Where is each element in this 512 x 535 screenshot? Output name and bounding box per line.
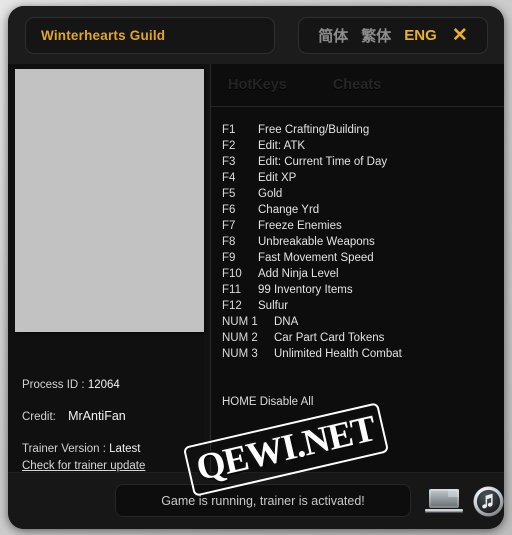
hotkey-list: F1 Free Crafting/Building F2 Edit: ATK F3 Edi… bbox=[222, 124, 502, 364]
hotkey-row[interactable]: F7 Freeze Enemies bbox=[222, 220, 502, 236]
language-selector: 简体 繁体 ENG ✕ bbox=[298, 17, 488, 54]
hotkey-row[interactable]: F4 Edit XP bbox=[222, 172, 502, 188]
hotkey-key: F4 bbox=[222, 172, 236, 184]
left-panel: Process ID : 12064 Credit: MrAntiFan Tra… bbox=[8, 64, 204, 474]
hotkey-key: F1 bbox=[222, 124, 236, 136]
trainer-window: Winterhearts Guild 简体 繁体 ENG ✕ Process I… bbox=[8, 6, 504, 529]
hotkey-description: Edit XP bbox=[258, 172, 297, 184]
status-text: Game is running, trainer is activated! bbox=[161, 493, 365, 508]
hotkey-key: F10 bbox=[222, 268, 242, 280]
hotkey-row[interactable]: F1 Free Crafting/Building bbox=[222, 124, 502, 140]
hotkey-key: NUM 1 bbox=[222, 316, 258, 328]
hotkey-key: F9 bbox=[222, 252, 236, 264]
hotkey-row[interactable]: F9 Fast Movement Speed bbox=[222, 252, 502, 268]
right-panel: HotKeys Cheats F1 Free Crafting/Building F… bbox=[211, 64, 504, 474]
trainer-version-value: Latest bbox=[109, 443, 141, 455]
hotkey-row[interactable]: F10 Add Ninja Level bbox=[222, 268, 502, 284]
page-title: Winterhearts Guild bbox=[41, 28, 166, 43]
tab-hotkeys[interactable]: HotKeys bbox=[216, 77, 299, 93]
tab-bar-divider bbox=[211, 106, 504, 107]
bottom-bar: Game is running, trainer is activated! bbox=[8, 472, 504, 529]
hotkey-row[interactable]: F3 Edit: Current Time of Day bbox=[222, 156, 502, 172]
title-bar: Winterhearts Guild 简体 繁体 ENG ✕ bbox=[8, 6, 504, 64]
game-title-box: Winterhearts Guild bbox=[25, 17, 275, 54]
language-option-traditional[interactable]: 繁体 bbox=[361, 25, 391, 46]
hotkey-description: Car Part Card Tokens bbox=[274, 332, 385, 344]
credit-label: Credit: bbox=[22, 411, 56, 424]
credit-row: Credit: MrAntiFan bbox=[22, 409, 202, 425]
hotkey-key: F11 bbox=[222, 284, 241, 296]
hotkey-row[interactable]: F5 Gold bbox=[222, 188, 502, 204]
hotkey-description: DNA bbox=[274, 316, 299, 328]
hotkey-row[interactable]: NUM 1 DNA bbox=[222, 316, 502, 332]
hotkey-description: Change Yrd bbox=[258, 204, 320, 216]
trainer-version-label: Trainer Version : bbox=[22, 443, 106, 455]
hotkey-description: 99 Inventory Items bbox=[258, 284, 353, 296]
hotkey-key: F3 bbox=[222, 156, 236, 168]
hotkey-key: F6 bbox=[222, 204, 236, 216]
hotkey-description: Freeze Enemies bbox=[258, 220, 342, 232]
credit-value: MrAntiFan bbox=[68, 409, 126, 424]
hotkey-description: Fast Movement Speed bbox=[258, 252, 374, 264]
hotkey-key: F2 bbox=[222, 140, 236, 152]
trainer-version-row: Trainer Version : Latest Check for train… bbox=[22, 442, 202, 474]
tab-bar: HotKeys Cheats bbox=[211, 64, 504, 106]
hotkey-description: Edit: ATK bbox=[258, 140, 306, 152]
language-option-english[interactable]: ENG bbox=[404, 27, 437, 44]
hotkey-row[interactable]: NUM 3 Unlimited Health Combat bbox=[222, 348, 502, 364]
process-id-label: Process ID : bbox=[22, 379, 85, 391]
hotkey-row[interactable]: F2 Edit: ATK bbox=[222, 140, 502, 156]
hotkey-description: Unbreakable Weapons bbox=[258, 236, 375, 248]
trainer-info-block: Process ID : 12064 Credit: MrAntiFan Tra… bbox=[22, 378, 202, 474]
hotkey-description: Add Ninja Level bbox=[258, 268, 339, 280]
process-id-value: 12064 bbox=[87, 379, 120, 391]
game-cover-image bbox=[15, 69, 204, 332]
tab-cheats[interactable]: Cheats bbox=[321, 77, 393, 93]
hotkey-key: F7 bbox=[222, 220, 236, 232]
hotkey-row[interactable]: F8 Unbreakable Weapons bbox=[222, 236, 502, 252]
hotkey-description: Gold bbox=[258, 188, 283, 200]
hotkey-description: Edit: Current Time of Day bbox=[258, 156, 388, 168]
hotkey-key: NUM 2 bbox=[222, 332, 258, 344]
hotkey-row[interactable]: F12 Sulfur bbox=[222, 300, 502, 316]
laptop-icon[interactable] bbox=[425, 488, 463, 515]
hotkey-row[interactable]: NUM 2 Car Part Card Tokens bbox=[222, 332, 502, 348]
hotkey-row[interactable]: F6 Change Yrd bbox=[222, 204, 502, 220]
hotkey-description: Unlimited Health Combat bbox=[274, 348, 402, 360]
status-box: Game is running, trainer is activated! bbox=[115, 484, 411, 517]
hotkey-key: NUM 3 bbox=[222, 348, 258, 360]
hotkey-key: F5 bbox=[222, 188, 236, 200]
hotkey-key: F12 bbox=[222, 300, 242, 312]
hotkey-key: F8 bbox=[222, 236, 236, 248]
disable-all-hotkey[interactable]: HOME Disable All bbox=[222, 396, 313, 408]
close-icon[interactable]: ✕ bbox=[452, 26, 468, 45]
hotkey-row[interactable]: F11 99 Inventory Items bbox=[222, 284, 502, 300]
language-option-simplified[interactable]: 简体 bbox=[318, 25, 348, 46]
music-note-icon[interactable] bbox=[473, 486, 504, 517]
page-background: Winterhearts Guild 简体 繁体 ENG ✕ Process I… bbox=[0, 0, 512, 535]
hotkey-description: Free Crafting/Building bbox=[258, 124, 370, 136]
process-id-row: Process ID : 12064 bbox=[22, 378, 202, 392]
hotkey-description: Sulfur bbox=[258, 300, 289, 312]
